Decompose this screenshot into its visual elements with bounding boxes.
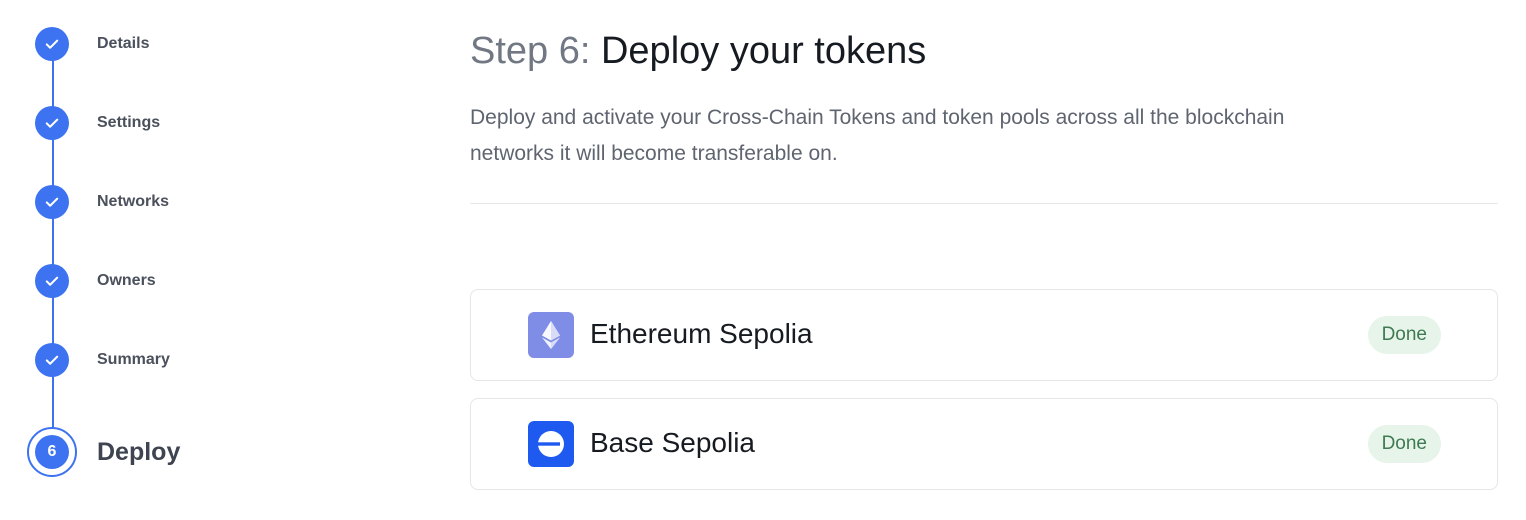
step-number-badge: 6 [35,435,69,469]
step-label: Details [97,35,150,52]
step-label: Owners [97,272,156,289]
divider [470,203,1498,204]
step-deploy-current[interactable]: 6 Deploy [0,427,400,481]
network-card-base-sepolia[interactable]: Base Sepolia Done [470,398,1498,490]
check-icon [35,264,69,298]
ethereum-icon [528,312,574,358]
step-label-current: Deploy [97,438,181,466]
step-owners[interactable]: Owners [0,261,400,301]
base-icon [528,421,574,467]
step-summary[interactable]: Summary [0,340,400,380]
network-name: Base Sepolia [590,427,756,458]
step-settings[interactable]: Settings [0,103,400,143]
step-label: Networks [97,193,170,210]
page-title-text: Deploy your tokens [600,30,927,72]
step-networks[interactable]: Networks [0,182,400,222]
network-name: Ethereum Sepolia [590,318,813,349]
step-label: Summary [97,351,170,368]
network-card-ethereum-sepolia[interactable]: Ethereum Sepolia Done [470,289,1498,381]
check-icon [35,343,69,377]
main-content: Step 6: Deploy your tokens Deploy and ac… [470,0,1498,520]
step-label: Settings [97,114,161,131]
page-title-step: Step 6: [470,30,591,72]
check-icon [35,27,69,61]
check-icon [35,106,69,140]
status-badge-done: Done [1367,316,1441,354]
status-badge-done: Done [1367,425,1441,463]
step-details[interactable]: Details [0,24,400,64]
page-title: Step 6: Deploy your tokens [470,30,926,73]
check-icon [35,185,69,219]
stepper: Details Settings Networks Owners Summary… [0,0,400,520]
page-description: Deploy and activate your Cross-Chain Tok… [470,106,1285,165]
